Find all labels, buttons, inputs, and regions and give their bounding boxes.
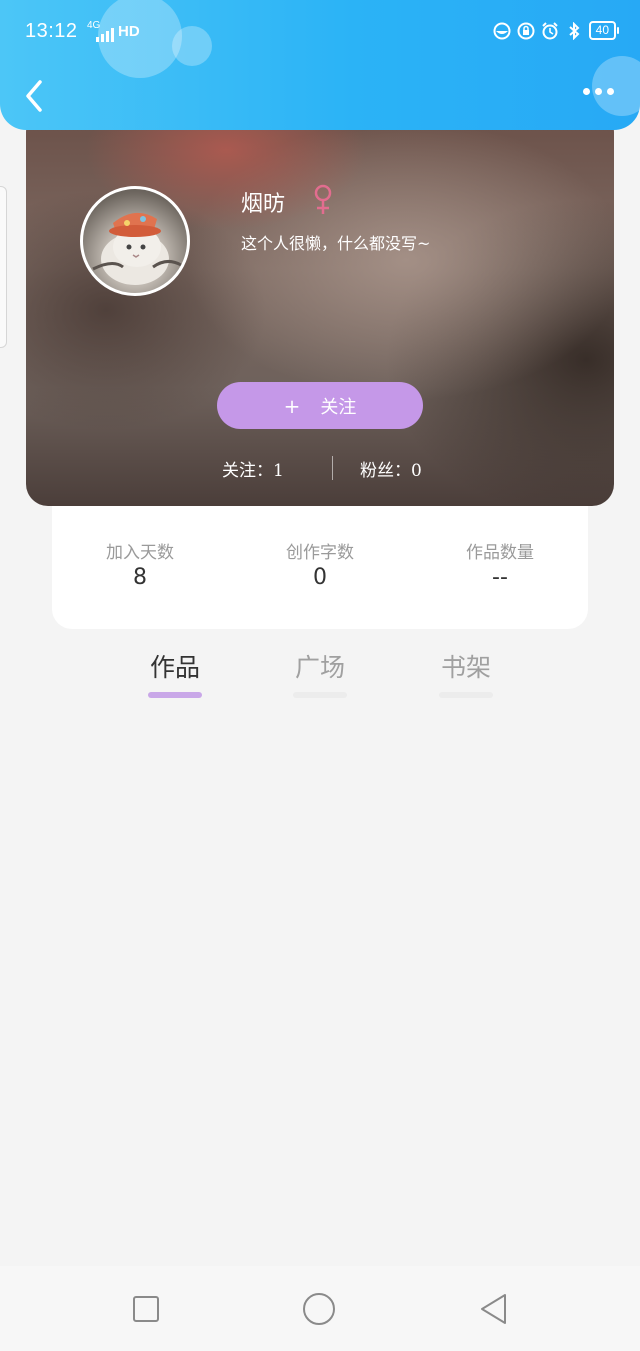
bluetooth-icon [565,21,583,40]
fans-count[interactable]: 粉丝：0 [360,456,422,481]
tab-label: 书架 [440,653,491,682]
profile-header-card: 烟昉 这个人很懒，什么都没写~ + 关注 关注：1 粉丝：0 [26,110,614,506]
back-triangle-icon[interactable] [477,1292,511,1326]
top-bar: 13:12 4G HD 40 [0,0,640,130]
info-works-count: 作品数量 -- [440,538,560,590]
decor-bubble [172,26,212,66]
status-time: 13:12 [25,20,78,42]
follow-stats: 关注：1 粉丝：0 [26,456,614,481]
info-word-count: 创作字数 0 [260,538,380,590]
info-label: 创作字数 [286,543,354,563]
info-label: 加入天数 [106,543,174,563]
tab-label: 广场 [294,653,345,682]
alarm-icon [541,21,559,40]
decor-bubble [592,56,640,116]
home-circle-icon[interactable] [302,1292,336,1326]
info-join-days: 加入天数 8 [80,538,200,590]
following-count[interactable]: 关注：1 [222,456,284,481]
follow-button-label: 关注 [320,396,357,418]
more-menu-icon[interactable] [583,88,614,95]
back-arrow-icon[interactable] [20,78,50,114]
tab-indicator [293,692,347,698]
eye-comfort-icon [493,22,511,40]
tab-label: 作品 [149,653,200,682]
user-bio: 这个人很懒，什么都没写~ [241,234,431,253]
tab-indicator [439,692,493,698]
hd-indicator: HD [118,23,140,40]
signal-icon [96,28,114,42]
female-icon [314,184,332,214]
info-value: 0 [313,565,327,590]
plus-icon: + [283,393,301,418]
cat-avatar-image [92,212,182,285]
follow-button[interactable]: + 关注 [217,382,423,429]
lock-icon [517,22,535,40]
info-value: -- [492,565,508,590]
tab-bookshelf[interactable]: 书架 [426,648,506,698]
tab-indicator [148,692,202,698]
status-icons: 40 [493,21,620,40]
tab-works[interactable]: 作品 [135,648,215,698]
user-name: 烟昉 [241,192,286,217]
side-handle [0,186,7,348]
tab-square[interactable]: 广场 [280,648,360,698]
system-nav-bar [0,1266,640,1351]
info-label: 作品数量 [466,543,534,563]
stats-divider [332,456,333,480]
avatar[interactable] [80,186,190,296]
recent-apps-square-icon[interactable] [129,1292,163,1326]
info-value: 8 [133,565,147,590]
battery-indicator: 40 [588,21,620,40]
